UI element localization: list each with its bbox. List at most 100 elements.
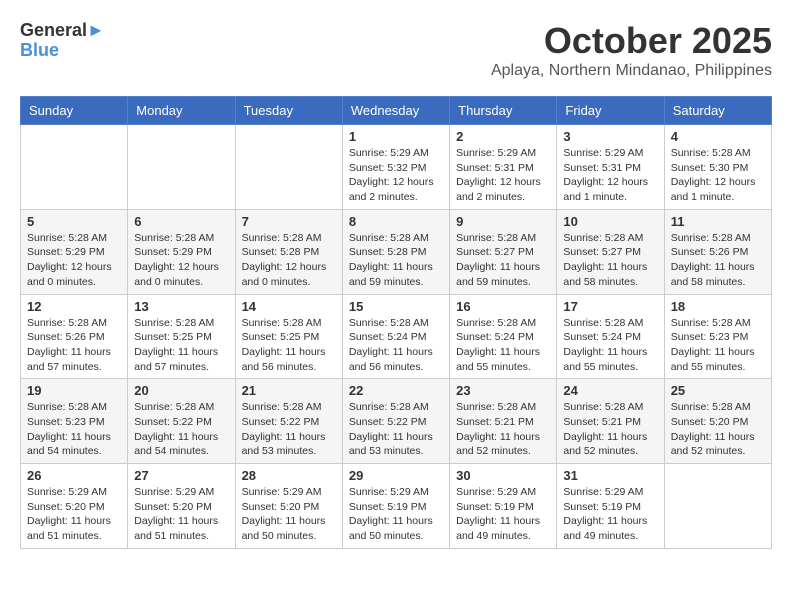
calendar-cell: 2 Sunrise: 5:29 AM Sunset: 5:31 PM Daylig… xyxy=(450,125,557,210)
calendar-cell: 14 Sunrise: 5:28 AM Sunset: 5:25 PM Dayli… xyxy=(235,294,342,379)
calendar-cell: 6Sunrise: 5:28 AM Sunset: 5:29 PM Daylig… xyxy=(128,209,235,294)
calendar-cell: 23 Sunrise: 5:28 AM Sunset: 5:21 PM Dayli… xyxy=(450,379,557,464)
day-info: Sunrise: 5:28 AM Sunset: 5:29 PM Dayligh… xyxy=(27,231,121,290)
day-number: 17 xyxy=(563,299,657,314)
day-info: Sunrise: 5:28 AM Sunset: 5:28 PM Dayligh… xyxy=(242,231,336,290)
day-number: 24 xyxy=(563,383,657,398)
day-number: 14 xyxy=(242,299,336,314)
calendar-cell: 31 Sunrise: 5:29 AM Sunset: 5:19 PM Dayli… xyxy=(557,464,664,549)
day-info: Sunrise: 5:29 AM Sunset: 5:32 PM Dayligh… xyxy=(349,146,443,205)
day-info: Sunrise: 5:28 AM Sunset: 5:20 PM Dayligh… xyxy=(671,400,765,459)
day-info: Sunrise: 5:29 AM Sunset: 5:31 PM Dayligh… xyxy=(456,146,550,205)
calendar-week-row: 1Sunrise: 5:29 AM Sunset: 5:32 PM Daylig… xyxy=(21,125,772,210)
day-number: 7 xyxy=(242,214,336,229)
day-number: 2 xyxy=(456,129,550,144)
calendar-header-row: SundayMondayTuesdayWednesdayThursdayFrid… xyxy=(21,97,772,125)
calendar-table: SundayMondayTuesdayWednesdayThursdayFrid… xyxy=(20,96,772,549)
logo-blue-text: Blue xyxy=(20,40,59,62)
calendar-week-row: 19 Sunrise: 5:28 AM Sunset: 5:23 PM Dayli… xyxy=(21,379,772,464)
day-number: 19 xyxy=(27,383,121,398)
weekday-header-wednesday: Wednesday xyxy=(342,97,449,125)
day-number: 27 xyxy=(134,468,228,483)
calendar-cell: 8Sunrise: 5:28 AM Sunset: 5:28 PM Daylig… xyxy=(342,209,449,294)
day-number: 25 xyxy=(671,383,765,398)
day-number: 23 xyxy=(456,383,550,398)
day-info: Sunrise: 5:29 AM Sunset: 5:19 PM Dayligh… xyxy=(349,485,443,544)
day-number: 22 xyxy=(349,383,443,398)
day-number: 16 xyxy=(456,299,550,314)
calendar-cell: 10 Sunrise: 5:28 AM Sunset: 5:27 PM Dayli… xyxy=(557,209,664,294)
day-info: Sunrise: 5:28 AM Sunset: 5:26 PM Dayligh… xyxy=(671,231,765,290)
day-info: Sunrise: 5:28 AM Sunset: 5:29 PM Dayligh… xyxy=(134,231,228,290)
weekday-header-friday: Friday xyxy=(557,97,664,125)
calendar-cell: 19 Sunrise: 5:28 AM Sunset: 5:23 PM Dayli… xyxy=(21,379,128,464)
calendar-cell: 9 Sunrise: 5:28 AM Sunset: 5:27 PM Daylig… xyxy=(450,209,557,294)
calendar-cell: 21 Sunrise: 5:28 AM Sunset: 5:22 PM Dayli… xyxy=(235,379,342,464)
calendar-cell: 29 Sunrise: 5:29 AM Sunset: 5:19 PM Dayli… xyxy=(342,464,449,549)
calendar-cell: 20 Sunrise: 5:28 AM Sunset: 5:22 PM Dayli… xyxy=(128,379,235,464)
logo: General► Blue xyxy=(20,20,105,61)
day-info: Sunrise: 5:28 AM Sunset: 5:22 PM Dayligh… xyxy=(349,400,443,459)
weekday-header-saturday: Saturday xyxy=(664,97,771,125)
calendar-cell: 25 Sunrise: 5:28 AM Sunset: 5:20 PM Dayli… xyxy=(664,379,771,464)
calendar-cell xyxy=(21,125,128,210)
day-info: Sunrise: 5:28 AM Sunset: 5:22 PM Dayligh… xyxy=(134,400,228,459)
calendar-cell: 28 Sunrise: 5:29 AM Sunset: 5:20 PM Dayli… xyxy=(235,464,342,549)
day-number: 12 xyxy=(27,299,121,314)
day-info: Sunrise: 5:28 AM Sunset: 5:27 PM Dayligh… xyxy=(456,231,550,290)
weekday-header-monday: Monday xyxy=(128,97,235,125)
calendar-cell: 3Sunrise: 5:29 AM Sunset: 5:31 PM Daylig… xyxy=(557,125,664,210)
month-title: October 2025 xyxy=(491,20,772,62)
calendar-cell: 11 Sunrise: 5:28 AM Sunset: 5:26 PM Dayli… xyxy=(664,209,771,294)
calendar-cell: 22 Sunrise: 5:28 AM Sunset: 5:22 PM Dayli… xyxy=(342,379,449,464)
day-number: 11 xyxy=(671,214,765,229)
day-info: Sunrise: 5:28 AM Sunset: 5:21 PM Dayligh… xyxy=(456,400,550,459)
day-number: 5 xyxy=(27,214,121,229)
day-number: 18 xyxy=(671,299,765,314)
location-title: Aplaya, Northern Mindanao, Philippines xyxy=(491,62,772,80)
day-info: Sunrise: 5:28 AM Sunset: 5:23 PM Dayligh… xyxy=(27,400,121,459)
day-info: Sunrise: 5:28 AM Sunset: 5:27 PM Dayligh… xyxy=(563,231,657,290)
day-number: 20 xyxy=(134,383,228,398)
calendar-cell: 7 Sunrise: 5:28 AM Sunset: 5:28 PM Daylig… xyxy=(235,209,342,294)
day-number: 21 xyxy=(242,383,336,398)
day-info: Sunrise: 5:29 AM Sunset: 5:20 PM Dayligh… xyxy=(134,485,228,544)
day-number: 31 xyxy=(563,468,657,483)
day-info: Sunrise: 5:28 AM Sunset: 5:24 PM Dayligh… xyxy=(349,316,443,375)
weekday-header-thursday: Thursday xyxy=(450,97,557,125)
page-header: General► Blue October 2025 Aplaya, North… xyxy=(20,20,772,80)
day-info: Sunrise: 5:28 AM Sunset: 5:25 PM Dayligh… xyxy=(134,316,228,375)
calendar-cell xyxy=(128,125,235,210)
calendar-cell: 12Sunrise: 5:28 AM Sunset: 5:26 PM Dayli… xyxy=(21,294,128,379)
calendar-week-row: 12Sunrise: 5:28 AM Sunset: 5:26 PM Dayli… xyxy=(21,294,772,379)
calendar-cell: 24 Sunrise: 5:28 AM Sunset: 5:21 PM Dayli… xyxy=(557,379,664,464)
day-number: 13 xyxy=(134,299,228,314)
day-number: 9 xyxy=(456,214,550,229)
calendar-cell xyxy=(664,464,771,549)
logo-text: General► xyxy=(20,20,105,42)
day-number: 26 xyxy=(27,468,121,483)
weekday-header-tuesday: Tuesday xyxy=(235,97,342,125)
calendar-cell: 26Sunrise: 5:29 AM Sunset: 5:20 PM Dayli… xyxy=(21,464,128,549)
day-info: Sunrise: 5:28 AM Sunset: 5:25 PM Dayligh… xyxy=(242,316,336,375)
day-info: Sunrise: 5:29 AM Sunset: 5:19 PM Dayligh… xyxy=(456,485,550,544)
calendar-week-row: 26 Sunrise: 5:29 AM Sunset: 5:20 PM Dayli… xyxy=(21,464,772,549)
day-info: Sunrise: 5:29 AM Sunset: 5:20 PM Dayligh… xyxy=(242,485,336,544)
weekday-header-sunday: Sunday xyxy=(21,97,128,125)
day-info: Sunrise: 5:28 AM Sunset: 5:24 PM Dayligh… xyxy=(456,316,550,375)
day-info: Sunrise: 5:29 AM Sunset: 5:19 PM Dayligh… xyxy=(563,485,657,544)
calendar-cell: 5 Sunrise: 5:28 AM Sunset: 5:29 PM Daylig… xyxy=(21,209,128,294)
day-info: Sunrise: 5:28 AM Sunset: 5:21 PM Dayligh… xyxy=(563,400,657,459)
calendar-cell: 16 Sunrise: 5:28 AM Sunset: 5:24 PM Dayli… xyxy=(450,294,557,379)
day-number: 3 xyxy=(563,129,657,144)
calendar-week-row: 5 Sunrise: 5:28 AM Sunset: 5:29 PM Daylig… xyxy=(21,209,772,294)
day-number: 29 xyxy=(349,468,443,483)
calendar-cell: 4Sunrise: 5:28 AM Sunset: 5:30 PM Daylig… xyxy=(664,125,771,210)
day-info: Sunrise: 5:28 AM Sunset: 5:22 PM Dayligh… xyxy=(242,400,336,459)
calendar-cell: 13 Sunrise: 5:28 AM Sunset: 5:25 PM Dayli… xyxy=(128,294,235,379)
day-number: 28 xyxy=(242,468,336,483)
calendar-cell: 18Sunrise: 5:28 AM Sunset: 5:23 PM Dayli… xyxy=(664,294,771,379)
day-info: Sunrise: 5:28 AM Sunset: 5:28 PM Dayligh… xyxy=(349,231,443,290)
day-number: 15 xyxy=(349,299,443,314)
day-number: 10 xyxy=(563,214,657,229)
